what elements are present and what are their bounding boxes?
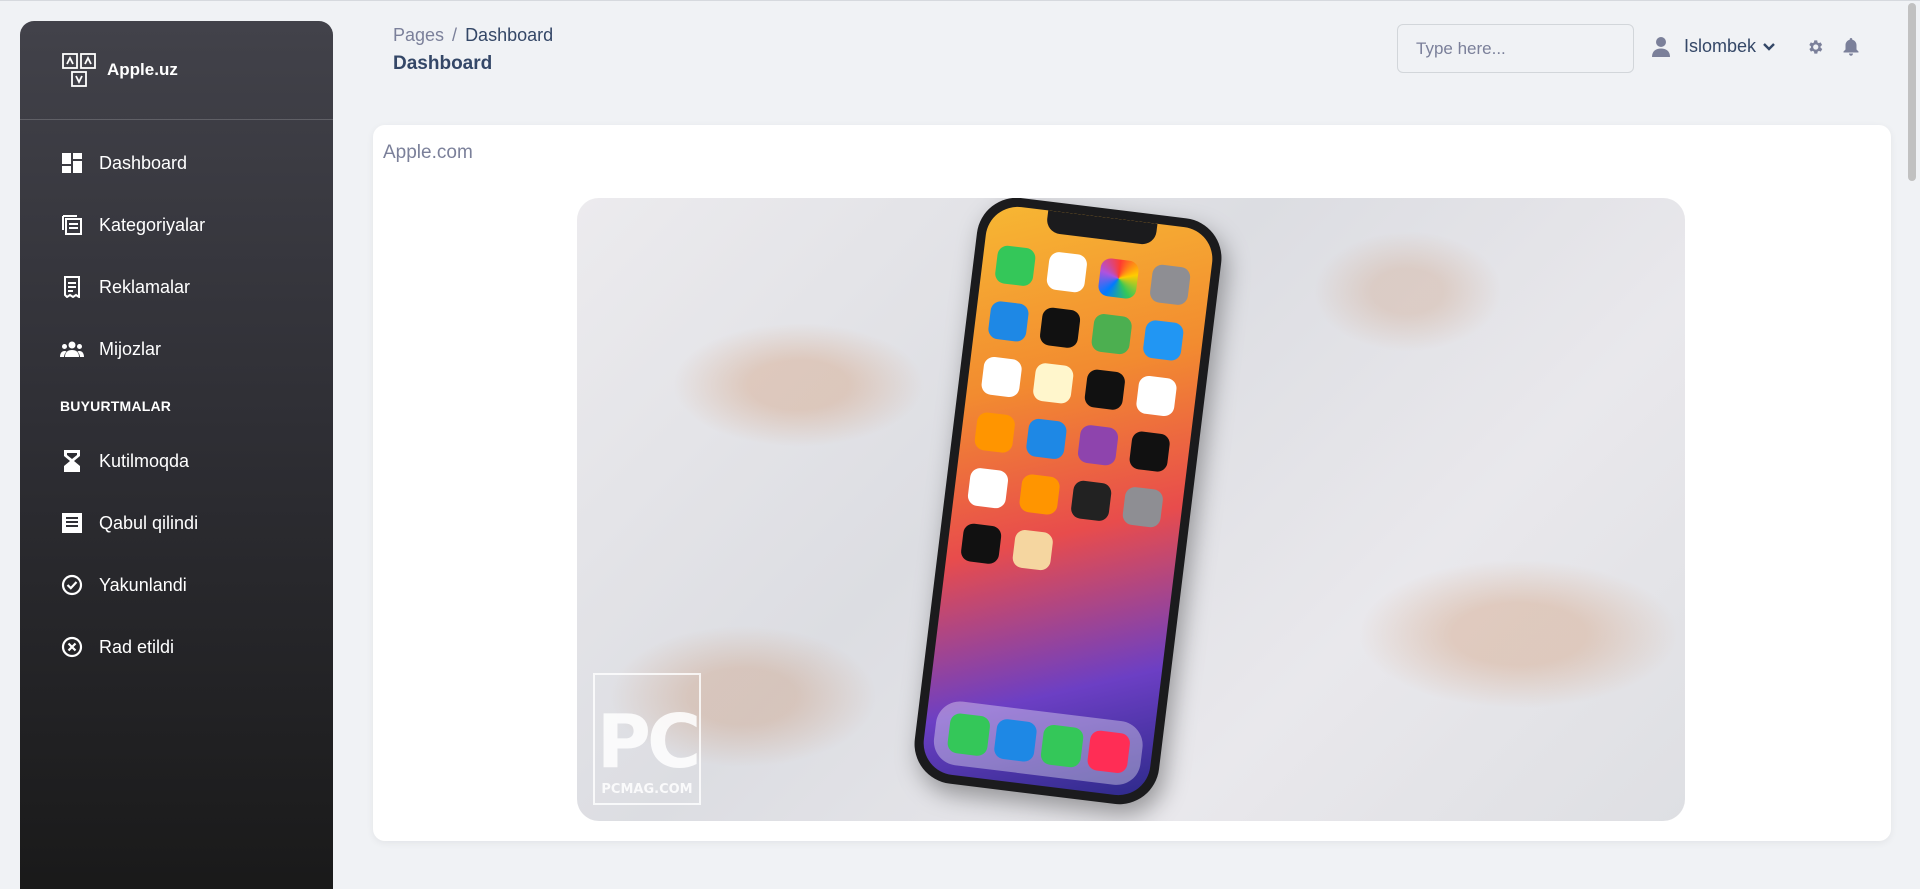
breadcrumb-current: Dashboard [465, 25, 554, 45]
app-grid [959, 244, 1192, 584]
page-title: Dashboard [393, 53, 493, 74]
search-input[interactable] [1397, 24, 1634, 73]
pcmag-watermark: PC PCMAG.COM [593, 673, 701, 805]
chevron-down-icon [1762, 42, 1776, 52]
scrollbar[interactable] [1904, 1, 1920, 889]
check-circle-icon [60, 573, 84, 597]
sidebar-item-label: Qabul qilindi [99, 512, 199, 533]
phone-screen [919, 203, 1217, 799]
sidebar-item-kutilmoqda[interactable]: Kutilmoqda [60, 449, 189, 473]
brand[interactable]: Apple.uz [20, 21, 333, 120]
sidebar-item-label: Kategoriyalar [99, 214, 206, 235]
user-name: Islombek [1684, 36, 1757, 56]
user-icon [1652, 36, 1670, 57]
sidebar-item-label: Reklamalar [99, 276, 191, 297]
sidebar-item-label: Rad etildi [99, 636, 175, 657]
dashboard-icon [60, 151, 84, 175]
iphone-image [909, 198, 1227, 809]
x-circle-icon [60, 635, 84, 659]
sidebar-item-yakunlandi[interactable]: Yakunlandi [60, 573, 187, 597]
people-icon [60, 337, 84, 361]
card-title: Apple.com [383, 142, 473, 163]
content-card: Apple.com PC PCMAG.COM [373, 125, 1891, 841]
sidebar-item-mijozlar[interactable]: Mijozlar [60, 337, 161, 361]
sidebar-item-kategoriyalar[interactable]: Kategoriyalar [60, 213, 205, 237]
sidebar-item-label: Yakunlandi [99, 574, 187, 595]
sidebar-item-qabul-qilindi[interactable]: Qabul qilindi [60, 511, 198, 535]
hourglass-icon [60, 449, 84, 473]
sidebar-item-reklamalar[interactable]: Reklamalar [60, 275, 190, 299]
breadcrumb-separator: / [452, 25, 458, 45]
gear-icon[interactable] [1806, 38, 1824, 56]
categories-icon [60, 213, 84, 237]
scrollbar-thumb[interactable] [1908, 3, 1916, 181]
list-icon [60, 511, 84, 535]
sidebar-item-label: Kutilmoqda [99, 450, 190, 471]
brand-logo-icon [61, 52, 97, 88]
bell-icon[interactable] [1843, 38, 1859, 56]
user-menu[interactable]: Islombek [1652, 36, 1776, 57]
sidebar-item-dashboard[interactable]: Dashboard [60, 151, 187, 175]
breadcrumb-root[interactable]: Pages [393, 25, 444, 45]
hero-image: PC PCMAG.COM [577, 198, 1685, 821]
brand-name: Apple.uz [107, 60, 178, 79]
receipt-icon [60, 275, 84, 299]
sidebar-item-label: Dashboard [99, 152, 188, 173]
phone-dock [931, 698, 1146, 788]
breadcrumb: Pages / Dashboard [393, 25, 553, 46]
sidebar-item-label: Mijozlar [99, 338, 162, 359]
section-title-orders: BUYURTMALAR [60, 398, 172, 414]
sidebar-item-rad-etildi[interactable]: Rad etildi [60, 635, 174, 659]
sidebar: Apple.uz Dashboard Kategoriyalar Reklama… [20, 21, 333, 889]
